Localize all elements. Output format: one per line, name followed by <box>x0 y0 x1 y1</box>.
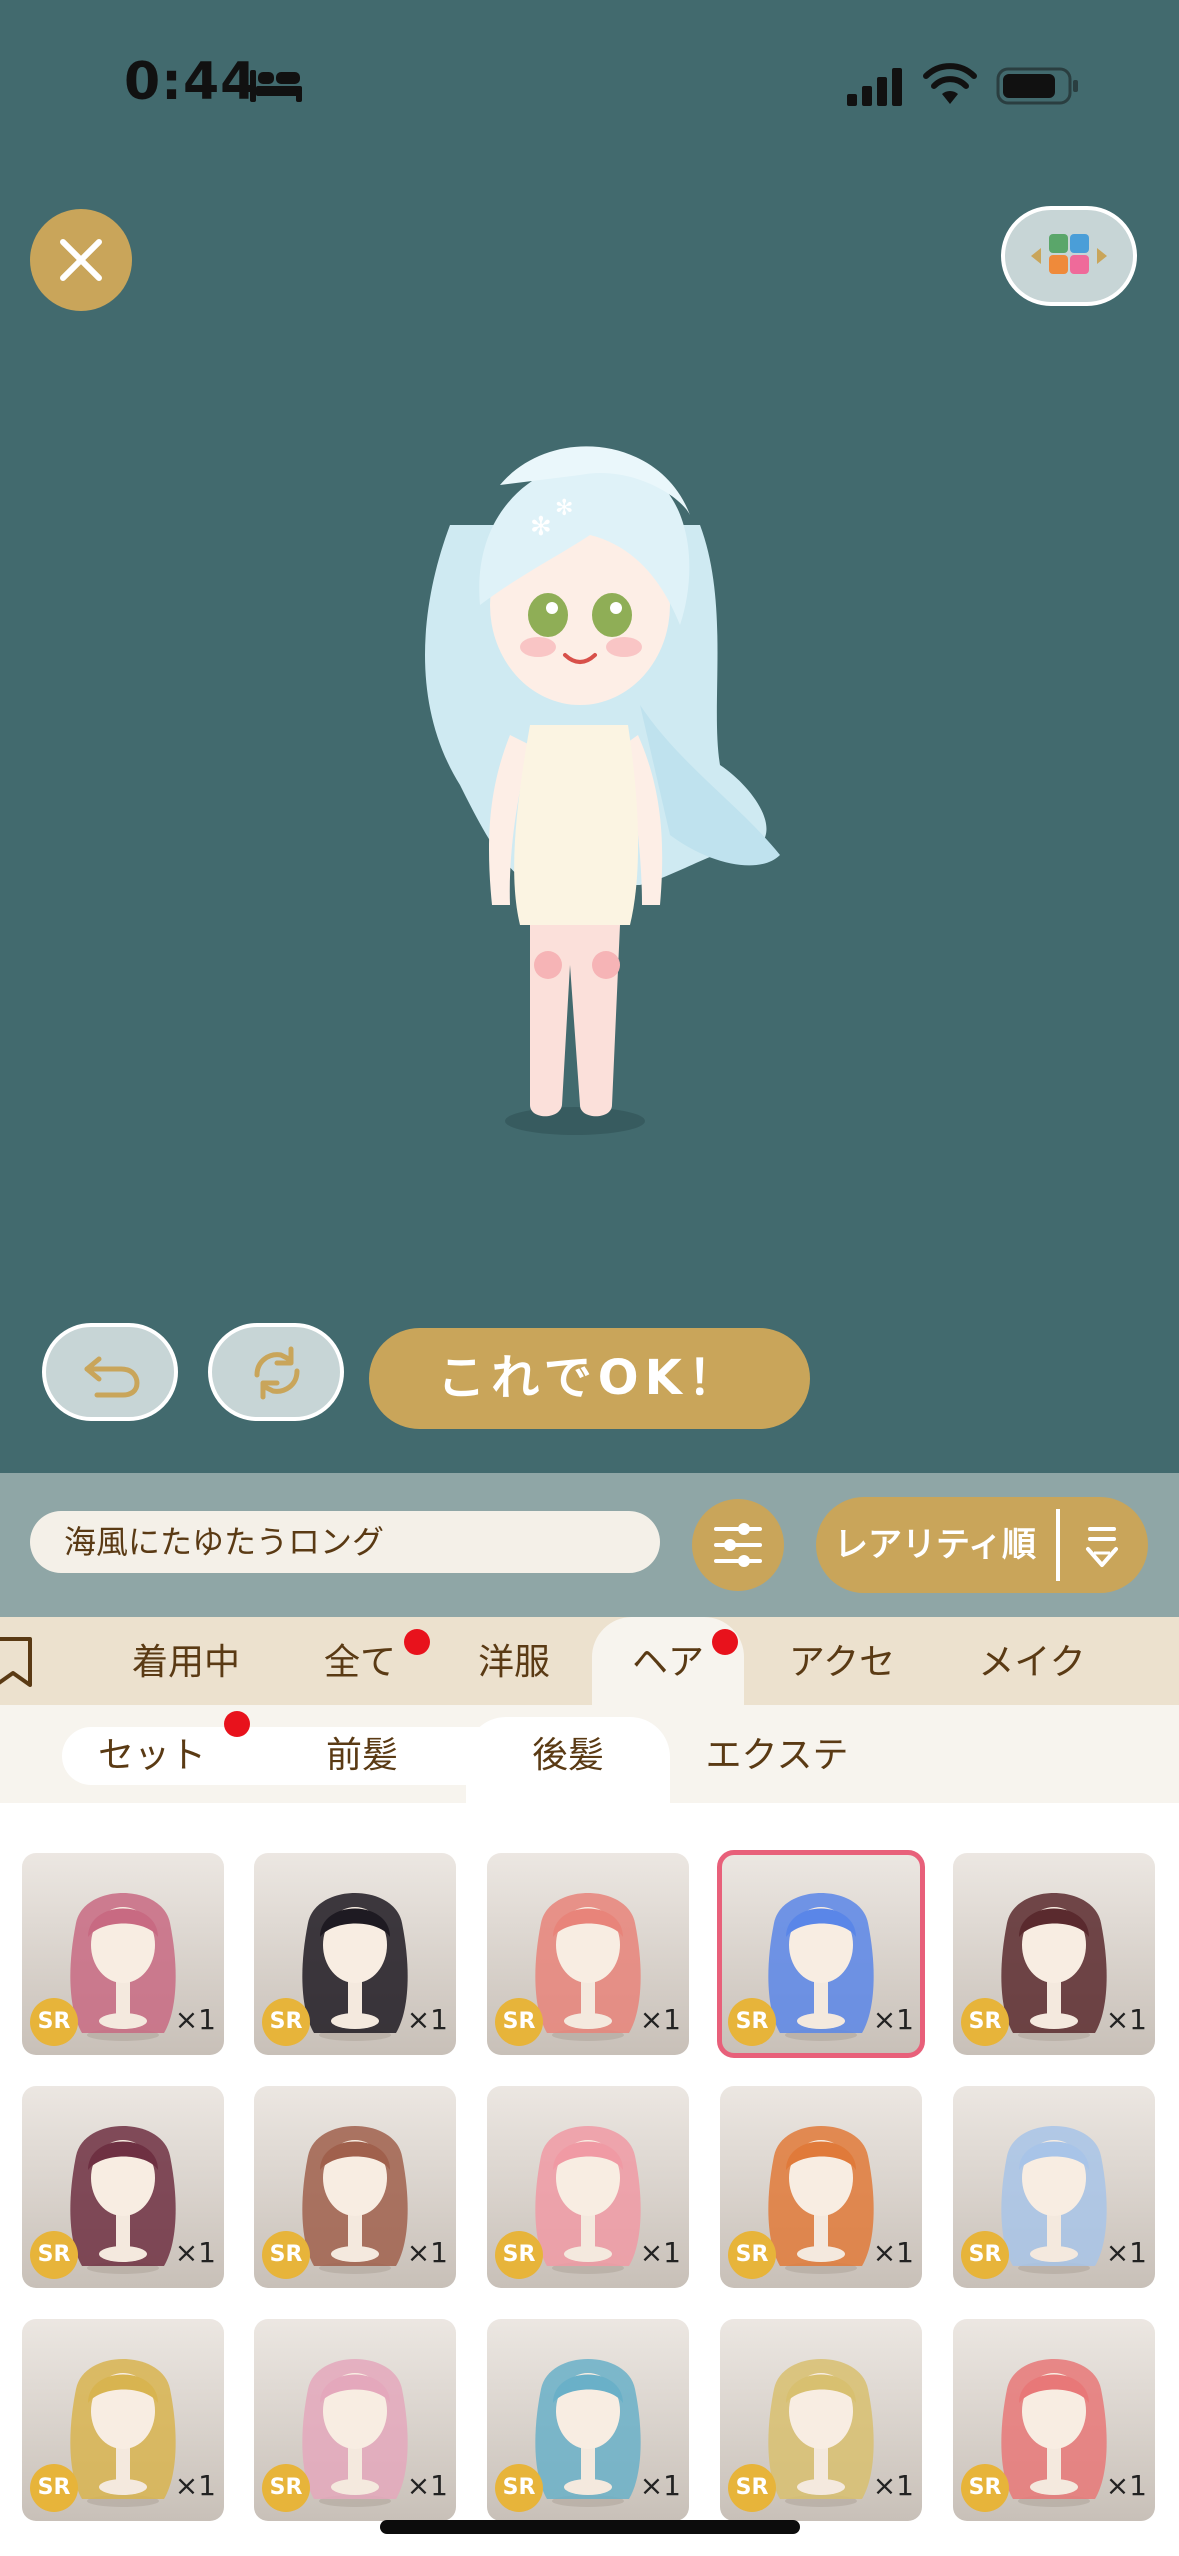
sub-tab-bar: セット 前髪 後髪 エクステ <box>0 1705 1179 1803</box>
hair-item-card[interactable]: SR ×1 <box>487 2086 689 2288</box>
hair-item-card[interactable]: SR ×1 <box>254 1853 456 2055</box>
hair-item-card[interactable]: SR ×1 <box>953 2319 1155 2521</box>
hair-item-card[interactable]: SR ×1 <box>720 2086 922 2288</box>
hair-item-card[interactable]: SR ×1 <box>22 2086 224 2288</box>
rarity-badge: SR <box>728 2464 776 2512</box>
item-count: ×1 <box>406 2003 448 2036</box>
item-count: ×1 <box>174 2003 216 2036</box>
battery-icon <box>996 67 1078 105</box>
search-bar: 海風にたゆたうロング レアリティ順 <box>0 1473 1179 1617</box>
rarity-badge: SR <box>262 2464 310 2512</box>
item-count: ×1 <box>872 2236 914 2269</box>
rarity-badge: SR <box>262 1998 310 2046</box>
rarity-badge: SR <box>728 2231 776 2279</box>
notification-dot <box>224 1711 250 1737</box>
filter-button[interactable] <box>692 1499 784 1591</box>
hair-item-card[interactable]: SR ×1 <box>254 2319 456 2521</box>
refresh-icon <box>254 1346 300 1400</box>
bookmark-icon[interactable] <box>0 1635 36 1691</box>
item-count: ×1 <box>639 2469 681 2502</box>
item-count: ×1 <box>1105 2469 1147 2502</box>
undo-icon <box>84 1356 140 1398</box>
svg-text:✻: ✻ <box>530 512 552 542</box>
rarity-badge: SR <box>30 2464 78 2512</box>
sort-label: レアリティ順 <box>834 1525 1036 1565</box>
rarity-badge: SR <box>961 2231 1009 2279</box>
close-button[interactable] <box>30 209 132 311</box>
rarity-badge: SR <box>495 2231 543 2279</box>
item-count: ×1 <box>174 2469 216 2502</box>
rarity-badge: SR <box>728 1998 776 2046</box>
sleep-focus-icon <box>250 70 302 102</box>
hair-item-card[interactable]: SR ×1 <box>953 2086 1155 2288</box>
rarity-badge: SR <box>961 1998 1009 2046</box>
hair-item-card[interactable]: SR ×1 <box>720 2319 922 2521</box>
item-count: ×1 <box>872 2469 914 2502</box>
item-count: ×1 <box>406 2469 448 2502</box>
rarity-badge: SR <box>30 2231 78 2279</box>
subtab-back-hair[interactable]: 後髪 <box>466 1717 670 1803</box>
hair-item-card[interactable]: SR ×1 <box>487 2319 689 2521</box>
tab-makeup[interactable]: メイク <box>960 1617 1104 1705</box>
reset-button[interactable] <box>208 1323 344 1421</box>
undo-button[interactable] <box>42 1323 178 1421</box>
search-input[interactable]: 海風にたゆたうロング <box>30 1511 660 1573</box>
hair-item-card[interactable]: SR ×1 <box>22 1853 224 2055</box>
tab-accessories[interactable]: アクセ <box>770 1617 914 1705</box>
tab-all[interactable]: 全て <box>296 1617 424 1705</box>
tab-wearing[interactable]: 着用中 <box>118 1617 254 1705</box>
hair-item-card[interactable]: SR ×1 <box>254 2086 456 2288</box>
sort-order-icon <box>1086 1527 1118 1567</box>
item-count: ×1 <box>174 2236 216 2269</box>
item-count: ×1 <box>1105 2236 1147 2269</box>
avatar-stage: 0:44 ✻ ✻ これでOK！ <box>0 0 1179 1473</box>
hair-item-card[interactable]: SR ×1 <box>22 2319 224 2521</box>
item-count: ×1 <box>1105 2003 1147 2036</box>
hair-item-card[interactable]: SR ×1 <box>487 1853 689 2055</box>
sort-divider <box>1056 1509 1060 1581</box>
close-icon <box>60 239 102 281</box>
item-count: ×1 <box>639 2003 681 2036</box>
sort-button[interactable]: レアリティ順 <box>816 1497 1148 1593</box>
item-count: ×1 <box>872 2003 914 2036</box>
notification-dot <box>404 1629 430 1655</box>
wifi-icon <box>923 63 977 104</box>
hair-item-grid: SR ×1 SR ×1 SR ×1 SR ×1 SR ×1 SR ×1 SR ×1 SR ×1 SR ×1 SR ×1… <box>0 1803 1179 2556</box>
notification-dot <box>712 1629 738 1655</box>
rarity-badge: SR <box>262 2231 310 2279</box>
palette-grid-icon <box>1031 234 1107 274</box>
avatar-character: ✻ ✻ <box>425 446 780 1135</box>
rarity-badge: SR <box>495 1998 543 2046</box>
subtab-front-hair[interactable]: 前髪 <box>282 1727 442 1785</box>
rarity-badge: SR <box>495 2464 543 2512</box>
item-count: ×1 <box>639 2236 681 2269</box>
hair-item-card[interactable]: SR ×1 <box>953 1853 1155 2055</box>
rarity-badge: SR <box>961 2464 1009 2512</box>
status-time: 0:44 <box>124 52 258 112</box>
home-indicator[interactable] <box>380 2520 800 2534</box>
item-count: ×1 <box>406 2236 448 2269</box>
sliders-icon <box>714 1523 762 1567</box>
hair-item-card[interactable]: SR ×1 <box>717 1850 925 2058</box>
tab-clothes[interactable]: 洋服 <box>452 1617 576 1705</box>
subtab-extensions[interactable]: エクステ <box>692 1727 862 1785</box>
palette-switch-button[interactable] <box>1001 206 1137 306</box>
cellular-signal-icon <box>847 68 902 106</box>
category-tab-bar: 着用中 全て 洋服 ヘア アクセ メイク <box>0 1617 1179 1705</box>
rarity-badge: SR <box>30 1998 78 2046</box>
confirm-ok-button[interactable]: これでOK！ <box>369 1328 810 1429</box>
subtab-set[interactable]: セット <box>72 1727 232 1785</box>
svg-text:✻: ✻ <box>555 496 573 521</box>
